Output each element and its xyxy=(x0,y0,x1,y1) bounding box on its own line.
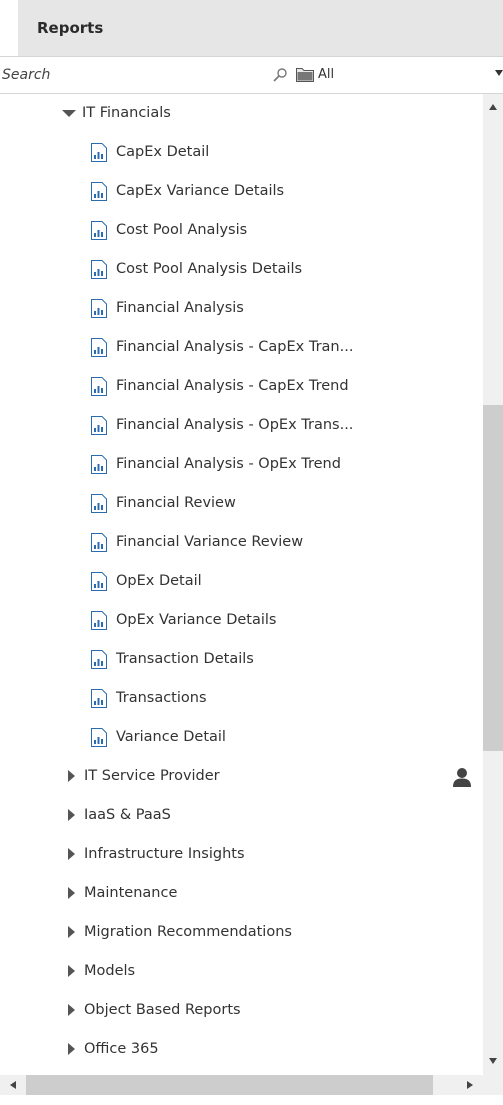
report-label: CapEx Variance Details xyxy=(116,183,285,199)
folder-item[interactable]: Infrastructure Insights xyxy=(68,835,483,874)
tree-folder-label: IT Financials xyxy=(82,105,171,121)
report-label: Transaction Details xyxy=(116,651,254,667)
report-label: Financial Analysis - CapEx Tran... xyxy=(116,339,354,355)
folder-item[interactable]: IaaS & PaaS xyxy=(68,796,483,835)
folder-label: Office 365 xyxy=(84,1041,159,1057)
report-label: Financial Review xyxy=(116,495,236,511)
report-icon xyxy=(90,337,108,357)
report-icon xyxy=(90,181,108,201)
vertical-scrollbar[interactable] xyxy=(483,94,503,1075)
folder-label: IaaS & PaaS xyxy=(84,807,171,823)
report-item[interactable]: Financial Analysis xyxy=(90,289,244,328)
report-label: Cost Pool Analysis xyxy=(116,222,248,238)
report-label: Cost Pool Analysis Details xyxy=(116,261,303,277)
report-icon xyxy=(90,688,108,708)
report-item[interactable]: Financial Analysis - OpEx Trend xyxy=(90,445,341,484)
folder-label: Models xyxy=(84,963,136,979)
user-icon[interactable] xyxy=(451,765,473,787)
vertical-scroll-thumb[interactable] xyxy=(483,405,503,751)
report-label: OpEx Variance Details xyxy=(116,612,277,628)
report-icon xyxy=(90,415,108,435)
report-icon xyxy=(90,649,108,669)
report-icon xyxy=(90,571,108,591)
folder-item[interactable]: Migration Recommendations xyxy=(68,913,483,952)
report-icon xyxy=(90,493,108,513)
report-label: Variance Detail xyxy=(116,729,226,745)
report-icon xyxy=(90,259,108,279)
collapsed-arrow-icon[interactable] xyxy=(68,926,75,938)
folder-filter-value: All xyxy=(318,67,335,82)
report-icon xyxy=(90,454,108,474)
collapsed-arrow-icon[interactable] xyxy=(68,1004,75,1016)
horizontal-scrollbar[interactable] xyxy=(0,1075,483,1095)
folder-label: Maintenance xyxy=(84,885,178,901)
report-item[interactable]: Cost Pool Analysis xyxy=(90,211,247,250)
report-item[interactable]: Transactions xyxy=(90,679,207,718)
folder-label: Migration Recommendations xyxy=(84,924,292,940)
report-item[interactable]: Cost Pool Analysis Details xyxy=(90,250,302,289)
collapsed-arrow-icon[interactable] xyxy=(68,848,75,860)
scroll-right-icon[interactable] xyxy=(467,1081,473,1089)
folder-item[interactable]: Maintenance xyxy=(68,874,483,913)
report-item[interactable]: OpEx Variance Details xyxy=(90,601,276,640)
report-item[interactable]: Transaction Details xyxy=(90,640,254,679)
search-input[interactable] xyxy=(0,57,292,93)
report-icon xyxy=(90,298,108,318)
search-bar: All xyxy=(0,56,503,94)
collapsed-arrow-icon[interactable] xyxy=(68,809,75,821)
report-label: Financial Analysis - CapEx Trend xyxy=(116,378,349,394)
report-item[interactable]: Financial Review xyxy=(90,484,236,523)
report-item[interactable]: CapEx Detail xyxy=(90,133,209,172)
report-item[interactable]: Financial Analysis - CapEx Trend xyxy=(90,367,349,406)
folder-item[interactable]: Object Based Reports xyxy=(68,991,483,1030)
report-item[interactable]: Financial Analysis - CapEx Tran... xyxy=(90,328,353,367)
report-icon xyxy=(90,142,108,162)
report-item[interactable]: Financial Variance Review xyxy=(90,523,303,562)
collapsed-arrow-icon[interactable] xyxy=(68,770,75,782)
collapsed-arrow-icon[interactable] xyxy=(68,887,75,899)
report-icon xyxy=(90,532,108,552)
report-icon xyxy=(90,220,108,240)
report-label: Financial Analysis - OpEx Trans... xyxy=(116,417,354,433)
report-label: Transactions xyxy=(116,690,207,706)
report-label: CapEx Detail xyxy=(116,144,210,160)
report-label: Financial Analysis - OpEx Trend xyxy=(116,456,341,472)
report-icon xyxy=(90,727,108,747)
collapsed-arrow-icon[interactable] xyxy=(68,965,75,977)
folder-label: IT Service Provider xyxy=(84,768,220,784)
report-icon xyxy=(90,610,108,630)
report-label: OpEx Detail xyxy=(116,573,202,589)
report-label: Financial Analysis xyxy=(116,300,244,316)
collapsed-arrow-icon[interactable] xyxy=(68,1043,75,1055)
folder-item[interactable]: IT Service Provider xyxy=(68,757,483,796)
tree-folder-expanded[interactable]: IT Financials xyxy=(62,94,171,133)
report-label: Financial Variance Review xyxy=(116,534,304,550)
panel-header: Reports xyxy=(18,0,503,56)
folder-item[interactable]: Models xyxy=(68,952,483,991)
folder-filter-dropdown[interactable]: All xyxy=(296,57,503,93)
report-item[interactable]: Variance Detail xyxy=(90,718,226,757)
folder-icon xyxy=(296,67,314,82)
report-item[interactable]: OpEx Detail xyxy=(90,562,202,601)
report-tree: IT Financials CapEx Detail CapEx Variance… xyxy=(0,94,483,1075)
report-icon xyxy=(90,376,108,396)
expanded-arrow-icon[interactable] xyxy=(62,109,76,117)
panel-title: Reports xyxy=(37,19,104,37)
report-item[interactable]: Financial Analysis - OpEx Trans... xyxy=(90,406,353,445)
scroll-left-icon[interactable] xyxy=(10,1081,16,1089)
horizontal-scroll-thumb[interactable] xyxy=(26,1075,433,1095)
folder-label: Infrastructure Insights xyxy=(84,846,245,862)
scroll-down-icon[interactable] xyxy=(489,1058,497,1064)
scrollbar-corner xyxy=(483,1075,503,1095)
search-icon[interactable] xyxy=(272,67,288,83)
report-item[interactable]: CapEx Variance Details xyxy=(90,172,284,211)
folder-item[interactable]: Office 365 xyxy=(68,1030,483,1069)
folder-label: Object Based Reports xyxy=(84,1002,241,1018)
scroll-up-icon[interactable] xyxy=(489,104,497,110)
chevron-down-icon[interactable] xyxy=(495,70,503,76)
